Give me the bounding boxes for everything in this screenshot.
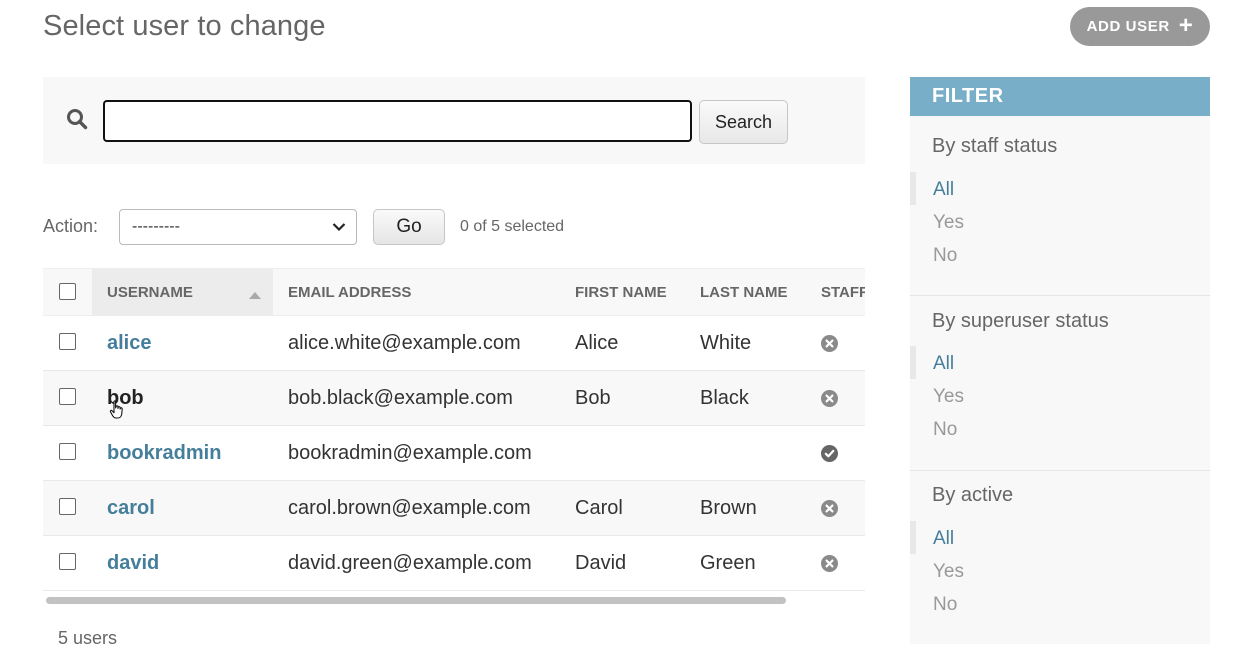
filter-option-no[interactable]: No bbox=[933, 245, 957, 267]
username-link[interactable]: bookradmin bbox=[107, 426, 221, 481]
column-header-email[interactable]: EMAIL ADDRESS bbox=[288, 269, 411, 317]
email-cell: bookradmin@example.com bbox=[288, 442, 532, 464]
email-cell: carol.brown@example.com bbox=[288, 497, 531, 519]
filter-option-all[interactable]: All bbox=[933, 353, 954, 375]
action-label: Action: bbox=[43, 216, 99, 236]
filter-option-no[interactable]: No bbox=[933, 594, 957, 616]
last-name-cell: Brown bbox=[700, 497, 757, 519]
yes-icon bbox=[821, 445, 838, 467]
select-all-checkbox[interactable] bbox=[59, 283, 76, 300]
filter-option-no[interactable]: No bbox=[933, 419, 957, 441]
no-icon bbox=[821, 335, 838, 357]
table-row: david david.green@example.com David Gree… bbox=[43, 536, 865, 591]
filter-option-all[interactable]: All bbox=[933, 528, 954, 550]
filter-group-title: By staff status bbox=[932, 135, 1058, 157]
search-icon bbox=[66, 108, 88, 135]
hand-cursor-icon bbox=[109, 400, 125, 425]
table-row: carol carol.brown@example.com Carol Brow… bbox=[43, 481, 865, 536]
no-icon bbox=[821, 500, 838, 522]
selected-count: 0 of 5 selected bbox=[460, 218, 565, 235]
table-row: bookradmin bookradmin@example.com bbox=[43, 426, 865, 481]
column-header-last-name[interactable]: LAST NAME bbox=[700, 269, 788, 317]
email-cell: alice.white@example.com bbox=[288, 332, 521, 354]
search-input[interactable] bbox=[103, 100, 692, 142]
column-header-first-name[interactable]: FIRST NAME bbox=[575, 269, 667, 317]
filter-option-yes[interactable]: Yes bbox=[933, 386, 964, 408]
filter-title: FILTER bbox=[910, 77, 1210, 116]
first-name-cell: Carol bbox=[575, 497, 623, 519]
horizontal-scrollbar-thumb[interactable] bbox=[46, 597, 786, 604]
chevron-down-icon bbox=[332, 222, 346, 232]
email-cell: bob.black@example.com bbox=[288, 387, 513, 409]
filter-divider bbox=[910, 295, 1210, 296]
filter-group-title: By active bbox=[932, 484, 1014, 506]
table-header: USERNAME EMAIL ADDRESS FIRST NAME LAST N… bbox=[43, 268, 865, 316]
row-checkbox[interactable] bbox=[59, 333, 76, 350]
results-table: USERNAME EMAIL ADDRESS FIRST NAME LAST N… bbox=[43, 268, 865, 606]
action-select[interactable]: --------- bbox=[119, 209, 357, 245]
go-button[interactable]: Go bbox=[373, 209, 445, 245]
table-row: alice alice.white@example.com Alice Whit… bbox=[43, 316, 865, 371]
column-header-username[interactable]: USERNAME bbox=[107, 269, 193, 317]
sort-ascending-icon[interactable] bbox=[249, 292, 261, 299]
filter-sidebar: FILTER By staff status All Yes No By sup… bbox=[910, 77, 1210, 644]
row-checkbox[interactable] bbox=[59, 553, 76, 570]
last-name-cell: Green bbox=[700, 552, 756, 574]
plus-icon: + bbox=[1178, 11, 1194, 39]
first-name-cell: Bob bbox=[575, 387, 611, 409]
username-link[interactable]: carol bbox=[107, 481, 155, 536]
search-button[interactable]: Search bbox=[699, 100, 788, 144]
filter-option-yes[interactable]: Yes bbox=[933, 561, 964, 583]
add-user-label: ADD USER bbox=[1086, 18, 1170, 35]
page-title: Select user to change bbox=[43, 10, 326, 42]
filter-option-all[interactable]: All bbox=[933, 179, 954, 201]
table-row: bob bob.black@example.com Bob Black bbox=[43, 371, 865, 426]
no-icon bbox=[821, 555, 838, 577]
no-icon bbox=[821, 390, 838, 412]
last-name-cell: White bbox=[700, 332, 752, 354]
row-checkbox[interactable] bbox=[59, 388, 76, 405]
filter-divider bbox=[910, 470, 1210, 471]
action-select-value: --------- bbox=[132, 218, 180, 235]
filter-group-title: By superuser status bbox=[932, 310, 1109, 332]
filter-selected-indicator bbox=[910, 521, 916, 554]
username-link[interactable]: david bbox=[107, 536, 159, 591]
filter-option-yes[interactable]: Yes bbox=[933, 212, 964, 234]
first-name-cell: Alice bbox=[575, 332, 619, 354]
add-user-button[interactable]: ADD USER + bbox=[1070, 7, 1210, 46]
username-link[interactable]: alice bbox=[107, 316, 151, 371]
row-checkbox[interactable] bbox=[59, 443, 76, 460]
row-checkbox[interactable] bbox=[59, 498, 76, 515]
last-name-cell: Black bbox=[700, 387, 749, 409]
search-toolbar: Search bbox=[43, 77, 865, 164]
filter-selected-indicator bbox=[910, 346, 916, 379]
email-cell: david.green@example.com bbox=[288, 552, 532, 574]
first-name-cell: David bbox=[575, 552, 627, 574]
filter-selected-indicator bbox=[910, 172, 916, 205]
column-header-staff[interactable]: STAFF bbox=[821, 269, 865, 317]
result-count: 5 users bbox=[58, 628, 118, 648]
horizontal-scrollbar[interactable] bbox=[43, 594, 865, 606]
